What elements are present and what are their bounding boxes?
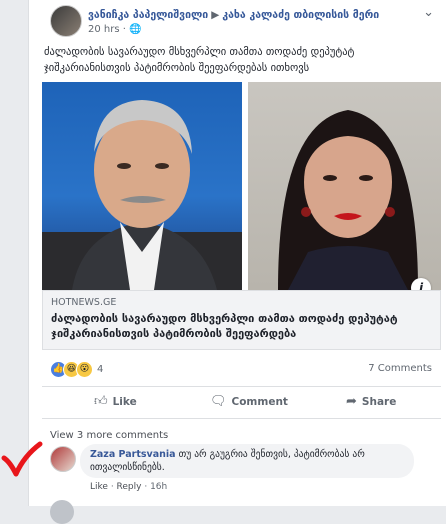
comment-count[interactable]: 7 Comments — [368, 363, 432, 374]
comment-like-link[interactable]: Like — [90, 482, 108, 492]
comment-meta: Like · Reply · 16h — [90, 482, 168, 492]
link-image-left[interactable] — [42, 82, 242, 290]
next-comment-avatar — [50, 500, 74, 524]
like-label: Like — [112, 395, 137, 408]
target-page-name[interactable]: კახა კალაძე თბილისის მერი — [222, 9, 379, 21]
share-label: Share — [361, 395, 397, 408]
comment-time[interactable]: 16h — [150, 482, 167, 492]
view-more-comments-link[interactable]: View 3 more comments — [50, 430, 168, 441]
divider — [42, 418, 441, 419]
link-title[interactable]: ძალადობის სავარაუდო მსხვერპლი თამთა თოდა… — [51, 311, 431, 341]
comment-reply-link[interactable]: Reply — [117, 482, 142, 492]
wow-reaction-icon: 😮 — [76, 360, 93, 378]
share-button[interactable]: ➦ Share — [346, 394, 396, 409]
author-avatar[interactable] — [50, 5, 82, 37]
post-meta: 20 hrs · 🌐 — [88, 24, 142, 35]
comment-bubble-icon: 🗨︎ — [210, 394, 227, 409]
divider — [42, 386, 441, 387]
commenter-name[interactable]: Zaza Partsvania — [90, 449, 176, 460]
man-portrait — [42, 100, 242, 290]
author-name[interactable]: ვანიჩკა პაპელიშვილი — [88, 9, 208, 21]
post-text: ძალადობის სავარაუდო მსხვერპლი თამთა თოდა… — [44, 46, 355, 74]
like-button[interactable]: 👍︎ Like — [94, 394, 137, 409]
comment-bubble: Zaza Partsvania თუ არ გაუგრია შენთვის, პ… — [80, 444, 414, 478]
link-image-right[interactable] — [248, 82, 441, 290]
arrow-icon: ▶ — [211, 9, 220, 21]
thumbs-up-icon: 👍︎ — [94, 394, 108, 409]
share-arrow-icon: ➦ — [346, 394, 357, 409]
post-time[interactable]: 20 hrs — [88, 24, 120, 35]
comment-label: Comment — [231, 395, 288, 408]
reaction-summary[interactable]: 👍 😆 😮 4 — [50, 360, 104, 378]
reaction-count: 4 — [97, 363, 104, 375]
link-domain: HOTNEWS.GE — [51, 297, 117, 308]
commenter-avatar[interactable] — [50, 446, 76, 472]
woman-portrait — [278, 110, 418, 290]
post-header: ვანიჩკა პაპელიშვილი ▶ კახა კალაძე თბილისის… — [88, 9, 379, 21]
comment-button[interactable]: 🗨︎ Comment — [210, 394, 288, 409]
chevron-down-icon[interactable]: ⌄ — [423, 5, 434, 20]
globe-icon: 🌐 — [129, 24, 142, 35]
red-checkmark-annotation — [1, 441, 43, 477]
link-preview[interactable]: HOTNEWS.GE ძალადობის სავარაუდო მსხვერპლი… — [42, 290, 441, 350]
